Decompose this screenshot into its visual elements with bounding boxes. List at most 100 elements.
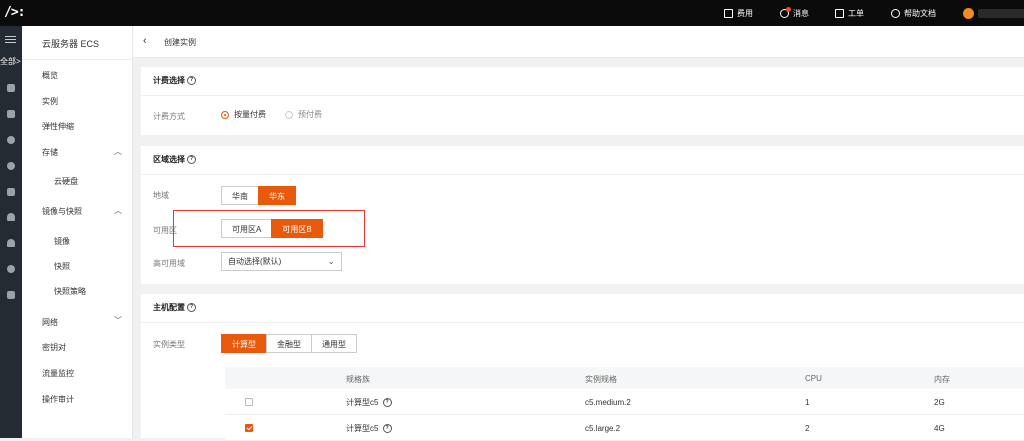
chevron-up-icon[interactable]: ︿ (114, 146, 122, 157)
radio-label: 预付费 (298, 110, 322, 119)
topnav-tickets-label: 工单 (848, 8, 864, 18)
message-icon (780, 6, 791, 18)
sidebar-item-traffic-monitor[interactable]: 流量监控 (42, 368, 74, 379)
type-option-compute[interactable]: 计算型 (221, 334, 267, 353)
topnav-tickets[interactable]: 工单 (835, 0, 864, 26)
sidebar: 云服务器 ECS 概览 实例 弹性伸缩 存储 ︿ 云硬盘 镜像与快照 ︿ 镜像 … (22, 26, 133, 438)
billing-title-text: 计费选择 (153, 76, 185, 85)
home-icon[interactable] (6, 83, 16, 93)
help-circle-icon[interactable]: ? (187, 76, 196, 86)
ha-domain-label: 高可用域 (153, 259, 185, 268)
ticket-icon (835, 8, 844, 18)
topnav-messages[interactable]: 消息 (780, 0, 809, 26)
sidebar-item-autoscaling[interactable]: 弹性伸缩 (42, 121, 74, 132)
cloud-icon[interactable] (6, 238, 16, 248)
sidebar-divider (22, 59, 132, 60)
region-selector: 华南 华东 (221, 186, 296, 205)
globe-alt-icon[interactable] (6, 161, 16, 171)
icon-rail: 全部> (0, 26, 22, 438)
sidebar-item-images-snapshots[interactable]: 镜像与快照 (42, 206, 82, 217)
row-checkbox[interactable] (245, 424, 253, 432)
cell-cpu: 2 (805, 424, 810, 433)
topnav-help[interactable]: 帮助文档 (891, 0, 936, 26)
page-header: ‹ 创建实例 (133, 26, 1024, 58)
chevron-up-icon[interactable]: ︿ (114, 205, 122, 216)
radio-label: 按量付费 (234, 110, 266, 119)
region-option-south[interactable]: 华南 (221, 186, 259, 205)
help-icon (891, 8, 900, 18)
sidebar-item-keypairs[interactable]: 密钥对 (42, 342, 66, 353)
menu-icon[interactable] (5, 36, 16, 45)
chevron-down-icon: ⌄ (327, 256, 335, 266)
bill-icon (724, 8, 733, 18)
region-section-title: 区域选择? (153, 154, 196, 165)
region-label: 地域 (153, 191, 169, 200)
close-circle-icon[interactable] (6, 264, 16, 274)
billing-method-label: 计费方式 (153, 112, 185, 121)
help-circle-icon[interactable]: ? (187, 155, 196, 165)
table-row[interactable]: 计算型c5 ? c5.medium.2 1 2G (225, 389, 1024, 415)
top-bar: />: 费用 消息 工单 帮助文档 (0, 0, 1024, 26)
type-option-general[interactable]: 通用型 (311, 334, 357, 353)
storage-icon[interactable] (6, 187, 16, 197)
page-title: 创建实例 (164, 38, 196, 47)
sidebar-item-audit[interactable]: 操作审计 (42, 394, 74, 405)
help-circle-icon[interactable]: ? (382, 398, 392, 408)
col-cpu: CPU (805, 374, 822, 383)
sidebar-title: 云服务器 ECS (42, 39, 100, 49)
instance-type-selector: 计算型 金融型 通用型 (221, 334, 357, 353)
host-section-title: 主机配置? (153, 302, 196, 313)
cell-memory: 2G (934, 398, 945, 407)
sidebar-item-storage[interactable]: 存储 (42, 147, 58, 158)
table-header: 规格族 实例规格 CPU 内存 (225, 367, 1024, 389)
billing-card: 计费选择? 计费方式 按量付费 预付费 (141, 67, 1024, 135)
cell-memory: 4G (934, 424, 945, 433)
user-avatar-icon (963, 7, 974, 19)
radio-prepaid[interactable]: 预付费 (285, 109, 322, 120)
cell-spec: c5.large.2 (585, 424, 621, 433)
chevron-down-icon[interactable]: ﹀ (114, 315, 122, 326)
billing-section-title: 计费选择? (153, 75, 196, 86)
col-spec: 实例规格 (585, 375, 617, 384)
ha-domain-select[interactable]: 自动选择(默认) ⌄ (221, 252, 342, 271)
radio-unchecked-icon (285, 110, 293, 119)
username-redacted (978, 8, 1024, 18)
help-circle-icon[interactable]: ? (382, 424, 392, 434)
cell-family: 计算型c5 ? (346, 397, 392, 408)
type-option-finance[interactable]: 金融型 (266, 334, 312, 353)
globe-icon[interactable] (6, 135, 16, 145)
zone-highlight-box (173, 210, 365, 247)
row-checkbox[interactable] (245, 398, 253, 406)
card-divider (141, 322, 1024, 323)
region-option-east[interactable]: 华东 (258, 186, 296, 205)
table-row[interactable]: 计算型c5 ? c5.large.2 2 4G (225, 415, 1024, 441)
sidebar-item-snapshot-policy[interactable]: 快照策略 (54, 286, 86, 297)
app-logo[interactable]: />: (4, 6, 26, 20)
sidebar-item-overview[interactable]: 概览 (42, 70, 58, 81)
main-content: ‹ 创建实例 计费选择? 计费方式 按量付费 预付费 区域选择? 地域 华南 华… (133, 26, 1024, 441)
col-family: 规格族 (346, 375, 370, 384)
card-divider (141, 174, 1024, 175)
database-stack-icon[interactable] (6, 290, 16, 300)
topnav-messages-label: 消息 (793, 8, 809, 18)
sidebar-item-snapshots[interactable]: 快照 (54, 261, 70, 272)
cloud-upload-icon[interactable] (6, 212, 16, 222)
all-products-link[interactable]: 全部> (0, 56, 21, 67)
sidebar-item-cloud-disk[interactable]: 云硬盘 (54, 176, 78, 187)
sidebar-item-images[interactable]: 镜像 (54, 236, 70, 247)
back-arrow-icon[interactable]: ‹ (143, 35, 147, 47)
user-menu[interactable] (963, 0, 1024, 26)
card-divider (141, 95, 1024, 96)
cell-spec: c5.medium.2 (585, 398, 631, 407)
host-title-text: 主机配置 (153, 303, 185, 312)
sidebar-item-instances[interactable]: 实例 (42, 96, 58, 107)
radio-pay-as-you-go[interactable]: 按量付费 (221, 109, 266, 120)
sidebar-item-network[interactable]: 网络 (42, 317, 58, 328)
topnav-billing[interactable]: 费用 (724, 0, 753, 26)
ha-domain-value: 自动选择(默认) (228, 257, 282, 266)
database-icon[interactable] (6, 109, 16, 119)
region-title-text: 区域选择 (153, 155, 185, 164)
col-memory: 内存 (934, 375, 950, 384)
cell-family: 计算型c5 ? (346, 423, 392, 434)
help-circle-icon[interactable]: ? (187, 303, 196, 313)
